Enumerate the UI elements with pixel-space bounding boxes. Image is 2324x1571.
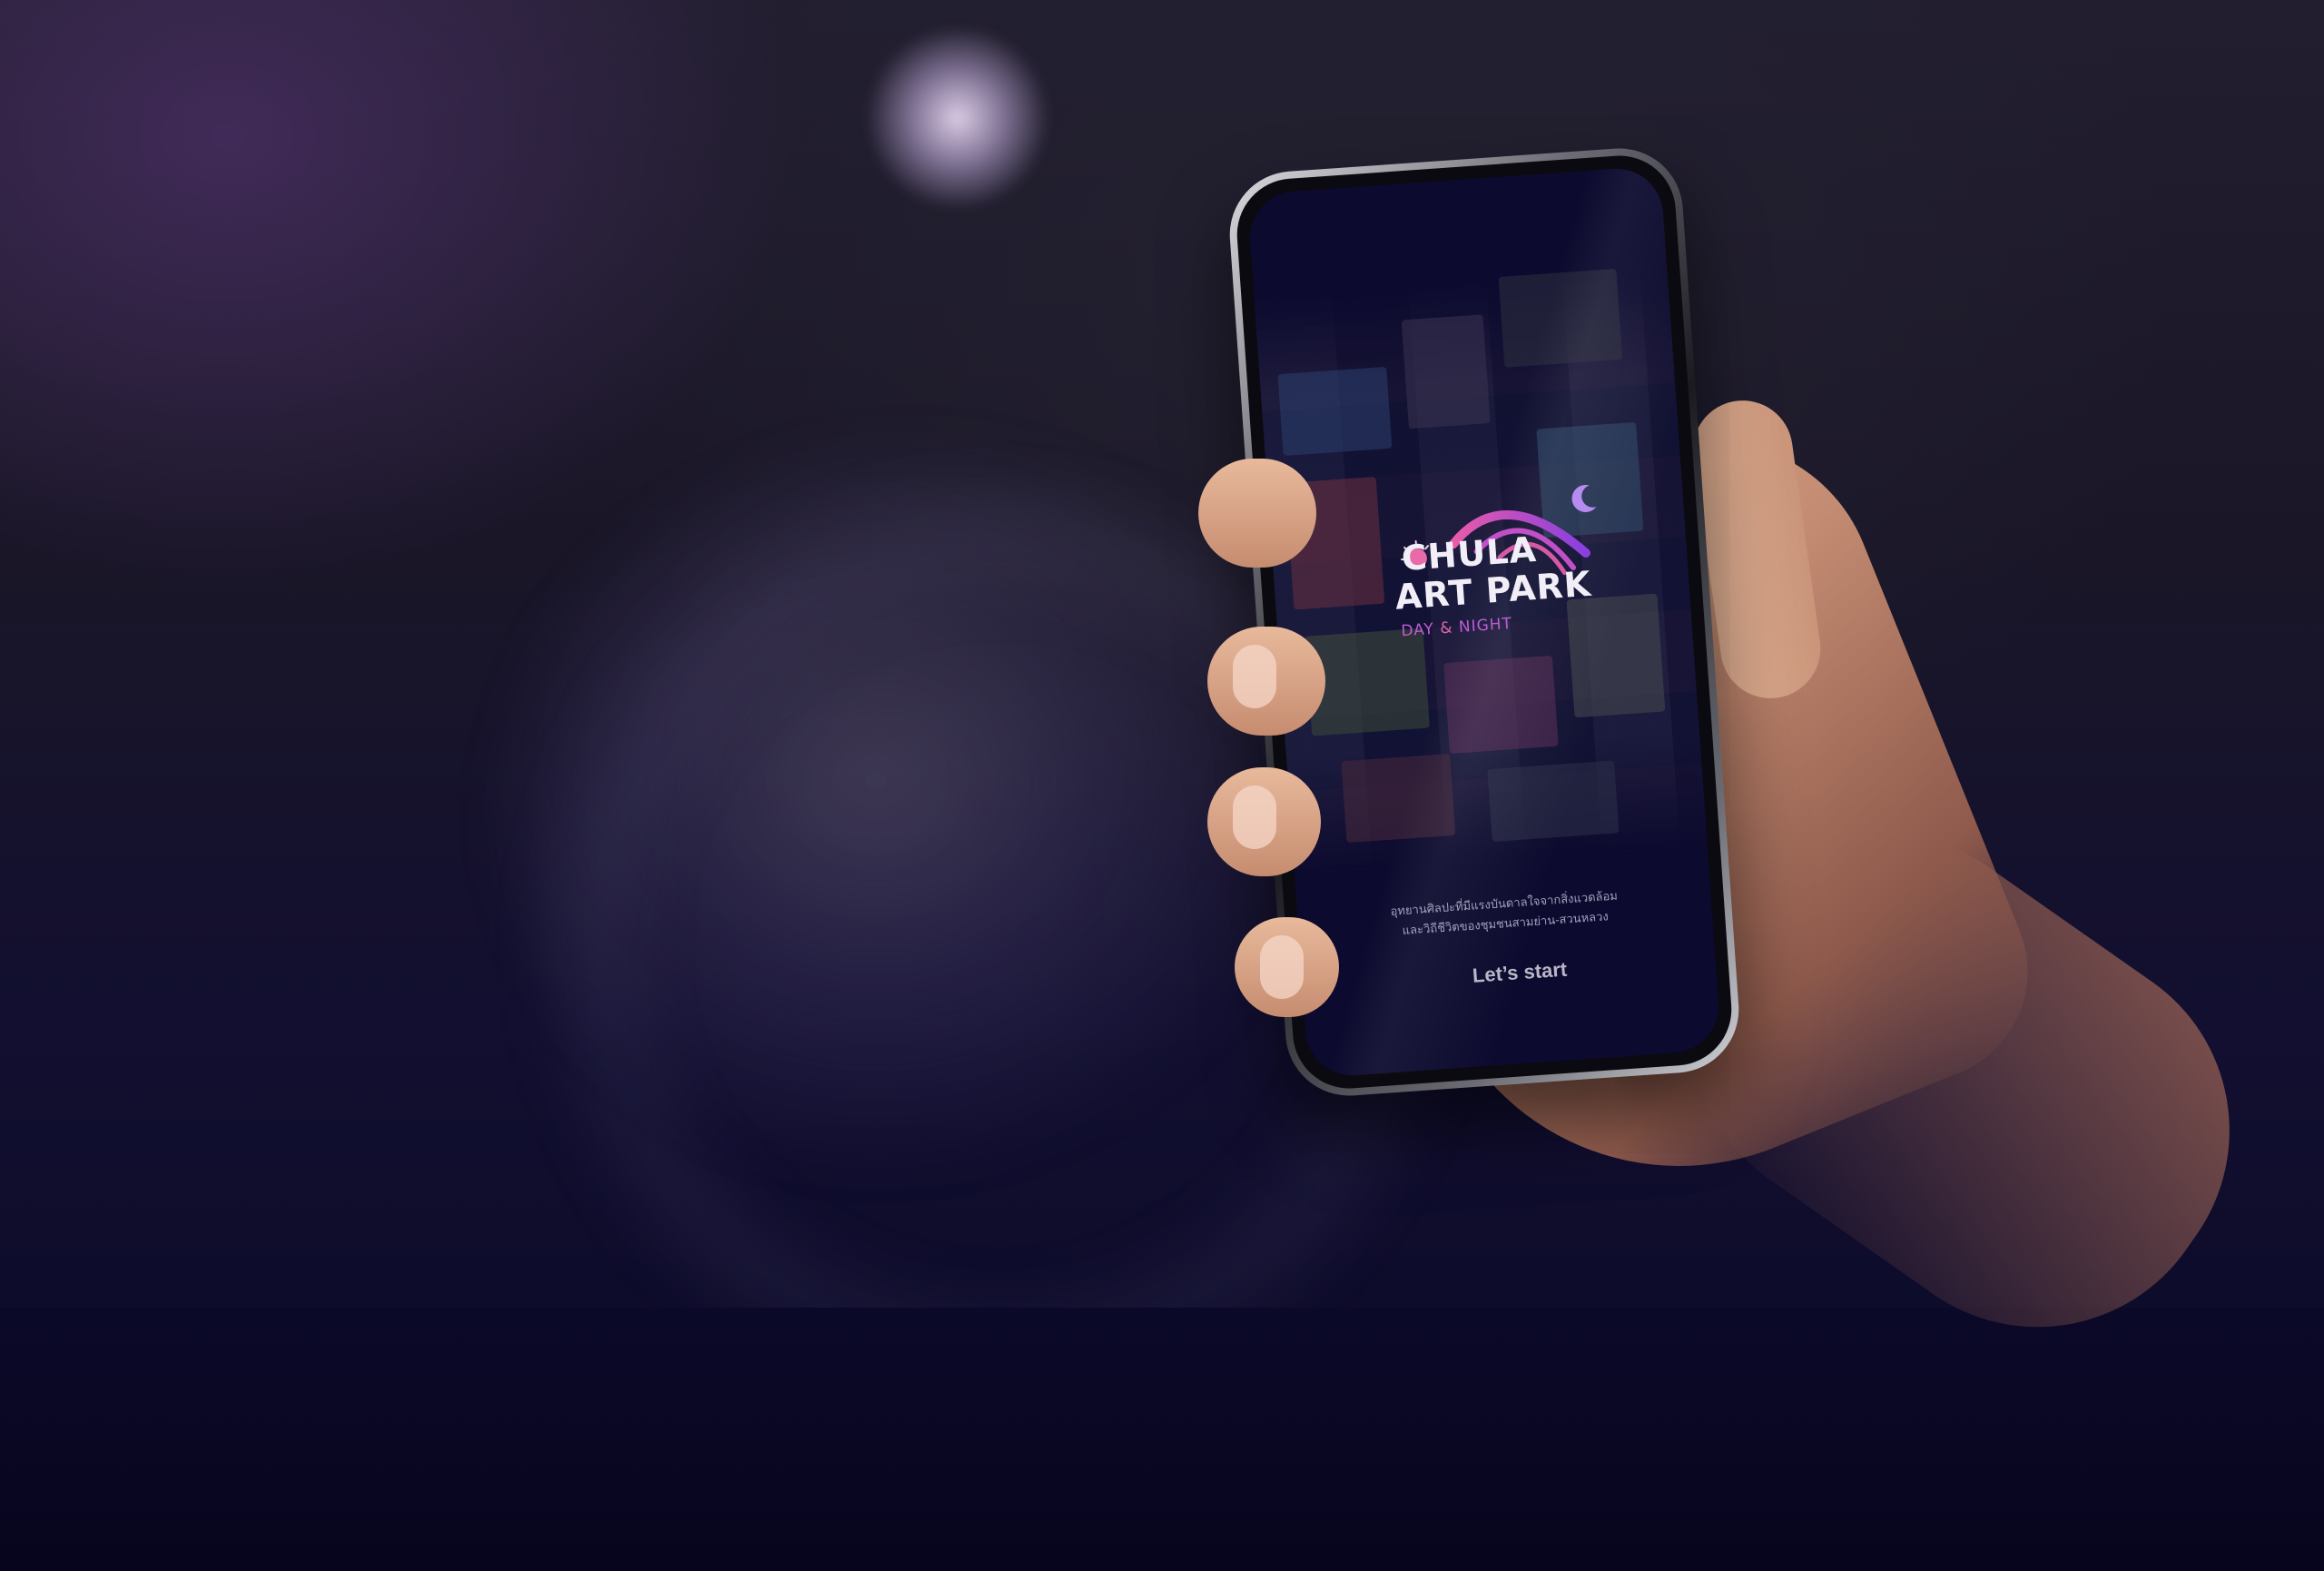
logo-tag-day: DAY [1400, 619, 1435, 641]
logo-tagline: DAY & NIGHT [1401, 615, 1513, 641]
moon-icon [1571, 484, 1597, 512]
hand-finger [1198, 459, 1316, 568]
chula-art-park-logo: CHULA ART PARK DAY & NIGHT [1386, 479, 1614, 647]
fingernail [1260, 935, 1304, 999]
fingernail [1233, 645, 1276, 708]
hand-finger [1207, 767, 1321, 876]
logo-tag-amp: & [1439, 618, 1454, 638]
light-orb [862, 27, 1053, 209]
fingernail [1233, 786, 1276, 849]
background-scene: CHULA ART PARK DAY & NIGHT อุทยานศิลปะที… [0, 0, 2324, 1571]
floor [0, 1308, 2324, 1571]
hand-finger [1207, 627, 1325, 736]
logo-tag-night: NIGHT [1458, 614, 1513, 637]
hand-finger [1235, 917, 1339, 1017]
